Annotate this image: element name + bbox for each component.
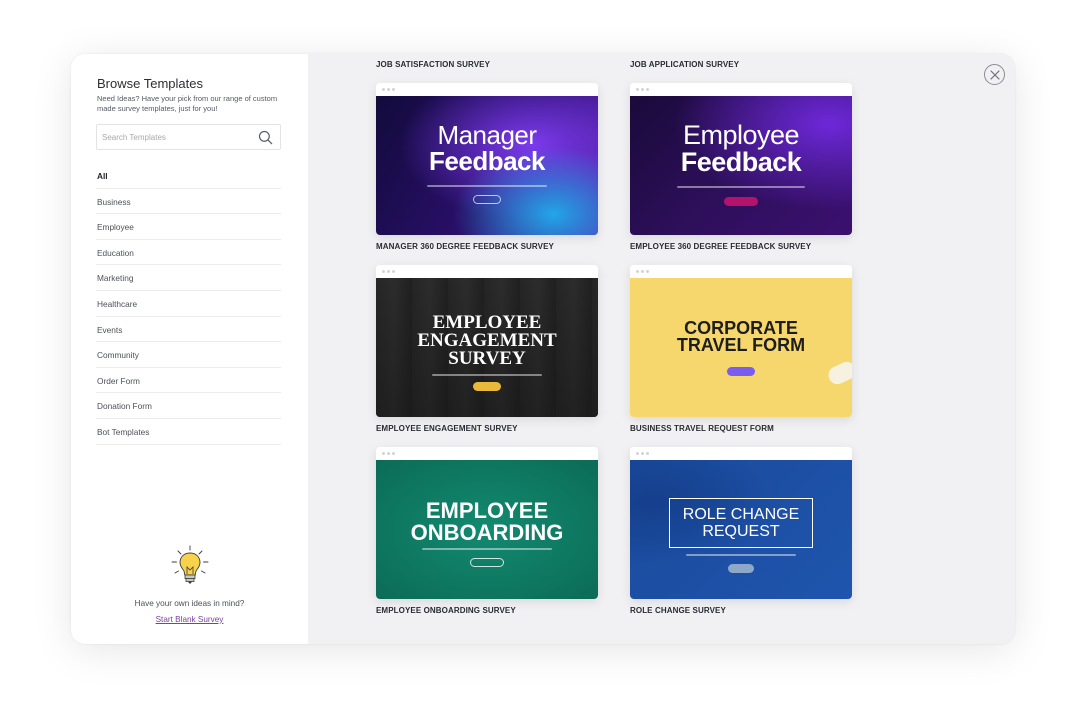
sidebar: Browse Templates Need Ideas? Have your p… [71,54,308,644]
category-business[interactable]: Business [96,189,281,215]
start-blank-survey-link[interactable]: Start Blank Survey [71,615,308,624]
template-card-corporate-travel[interactable]: CORPORATE TRAVEL FORM [630,265,852,417]
template-label: MANAGER 360 DEGREE FEEDBACK SURVEY [376,242,554,251]
template-preview: Manager Feedback [376,96,598,235]
airplane-decoration [825,358,852,388]
preview-headline-1: Manager [437,120,537,150]
preview-headline-1: EMPLOYEE [425,498,549,523]
category-list: All Business Employee Education Marketin… [96,163,281,445]
preview-headline-1: ROLE CHANGE [682,506,800,523]
browser-bar [630,265,852,278]
category-order-form[interactable]: Order Form [96,368,281,394]
preview-start-button [470,558,504,567]
search-input[interactable] [102,130,252,145]
category-community[interactable]: Community [96,342,281,368]
preview-start-button [727,367,755,376]
browser-bar [630,83,852,96]
preview-start-button [728,564,754,573]
template-label: JOB SATISFACTION SURVEY [376,60,491,69]
browser-bar [376,265,598,278]
template-card-employee-engagement[interactable]: EMPLOYEE ENGAGEMENT SURVEY [376,265,598,417]
template-label: BUSINESS TRAVEL REQUEST FORM [630,424,774,433]
category-marketing[interactable]: Marketing [96,265,281,291]
template-preview: EMPLOYEE ONBOARDING [376,460,598,599]
category-bot-templates[interactable]: Bot Templates [96,419,281,445]
template-label: EMPLOYEE 360 DEGREE FEEDBACK SURVEY [630,242,812,251]
preview-headline-2: TRAVEL FORM [676,335,806,355]
preview-headline-2: Feedback [680,147,802,177]
category-healthcare[interactable]: Healthcare [96,291,281,317]
template-card-employee-feedback[interactable]: Employee Feedback [630,83,852,235]
category-donation-form[interactable]: Donation Form [96,393,281,419]
preview-headline-3: SURVEY [448,348,526,369]
preview-headline-1: Employee [682,120,800,150]
template-label: EMPLOYEE ENGAGEMENT SURVEY [376,424,518,433]
template-preview: CORPORATE TRAVEL FORM [630,278,852,417]
template-card-employee-onboarding[interactable]: EMPLOYEE ONBOARDING [376,447,598,599]
template-label: ROLE CHANGE SURVEY [630,606,726,615]
template-card-role-change[interactable]: ROLE CHANGE REQUEST [630,447,852,599]
template-preview: Employee Feedback [630,96,852,235]
preview-start-button [473,382,501,391]
category-education[interactable]: Education [96,240,281,266]
preview-start-button [473,195,501,204]
preview-headline-2: Feedback [429,146,545,176]
category-all[interactable]: All [96,163,281,189]
lightbulb-icon [171,545,209,584]
browser-bar [630,447,852,460]
sidebar-title: Browse Templates [97,76,203,91]
template-grid: JOB SATISFACTION SURVEY JOB APPLICATION … [308,54,1015,644]
browser-bar [376,83,598,96]
search-box [96,124,281,150]
template-card-manager-feedback[interactable]: Manager Feedback [376,83,598,235]
close-icon [989,69,1000,80]
category-employee[interactable]: Employee [96,214,281,240]
preview-start-button [724,197,758,206]
template-label: EMPLOYEE ONBOARDING SURVEY [376,606,516,615]
ideas-prompt: Have your own ideas in mind? [134,599,245,608]
preview-headline-2: REQUEST [702,523,780,540]
template-label: JOB APPLICATION SURVEY [630,60,740,69]
template-preview: EMPLOYEE ENGAGEMENT SURVEY [376,278,598,417]
sidebar-subtitle: Need Ideas? Have your pick from our rang… [97,94,278,113]
search-icon[interactable] [258,130,273,145]
close-button[interactable] [984,64,1005,85]
browser-bar [376,447,598,460]
template-preview: ROLE CHANGE REQUEST [630,460,852,599]
category-events[interactable]: Events [96,317,281,343]
browse-templates-modal: Browse Templates Need Ideas? Have your p… [71,54,1015,644]
preview-headline-2: ONBOARDING [410,520,564,545]
